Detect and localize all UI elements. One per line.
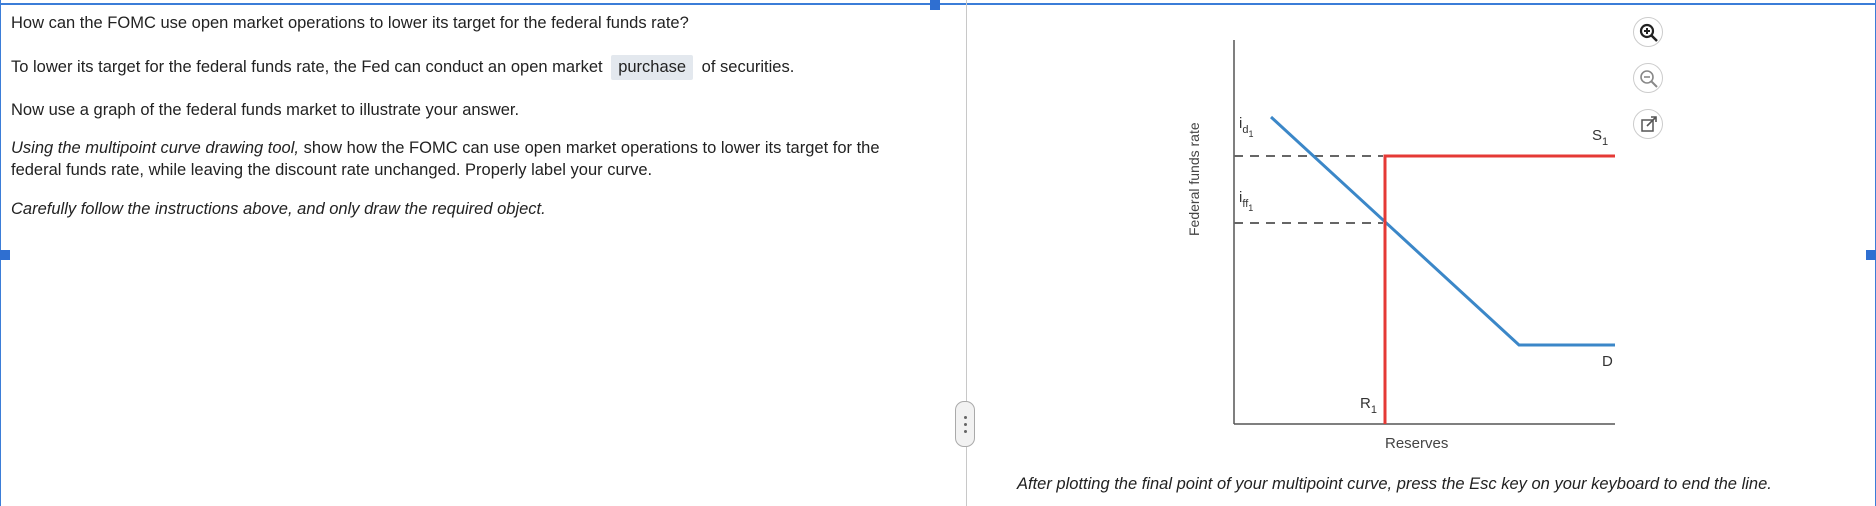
zoom-in-button[interactable] [1633, 17, 1663, 47]
tool-instruction-italic: Using the multipoint curve drawing tool, [11, 139, 299, 157]
supply-curve [1383, 154, 1615, 424]
s1-label: S1 [1592, 127, 1608, 148]
resize-handle-left[interactable] [0, 250, 10, 260]
answer-dropdown[interactable]: purchase [611, 55, 694, 80]
caution-text: Carefully follow the instructions above,… [11, 200, 546, 218]
footer-instruction: After plotting the final point of your m… [1017, 475, 1772, 493]
tool-instruction: Using the multipoint curve drawing tool,… [11, 137, 911, 181]
x-axis-label: Reserves [1385, 435, 1448, 452]
resize-handle-top[interactable] [930, 0, 940, 10]
answer-sentence: To lower its target for the federal fund… [11, 55, 794, 80]
question-prompt: How can the FOMC use open market operati… [11, 14, 689, 32]
answer-text-before: To lower its target for the federal fund… [11, 58, 603, 76]
demand-curve [1269, 115, 1615, 347]
demand-label: D [1602, 353, 1613, 370]
graph-toolbar [1633, 17, 1663, 155]
resize-handle-right[interactable] [1866, 250, 1876, 260]
r1-label: R1 [1360, 395, 1377, 416]
popout-button[interactable] [1633, 109, 1663, 139]
external-link-icon [1641, 116, 1657, 132]
zoom-in-icon [1639, 23, 1658, 42]
federal-funds-graph[interactable]: id1 iff1 S1 D R1 Reserves [1195, 30, 1645, 460]
answer-text-after: of securities. [701, 58, 795, 76]
iff1-label: iff1 [1239, 189, 1253, 213]
panel-resize-grip[interactable] [955, 401, 975, 447]
zoom-out-icon [1640, 70, 1658, 88]
id1-label: id1 [1239, 115, 1253, 139]
zoom-out-button[interactable] [1633, 63, 1663, 93]
graph-instruction: Now use a graph of the federal funds mar… [11, 101, 520, 119]
